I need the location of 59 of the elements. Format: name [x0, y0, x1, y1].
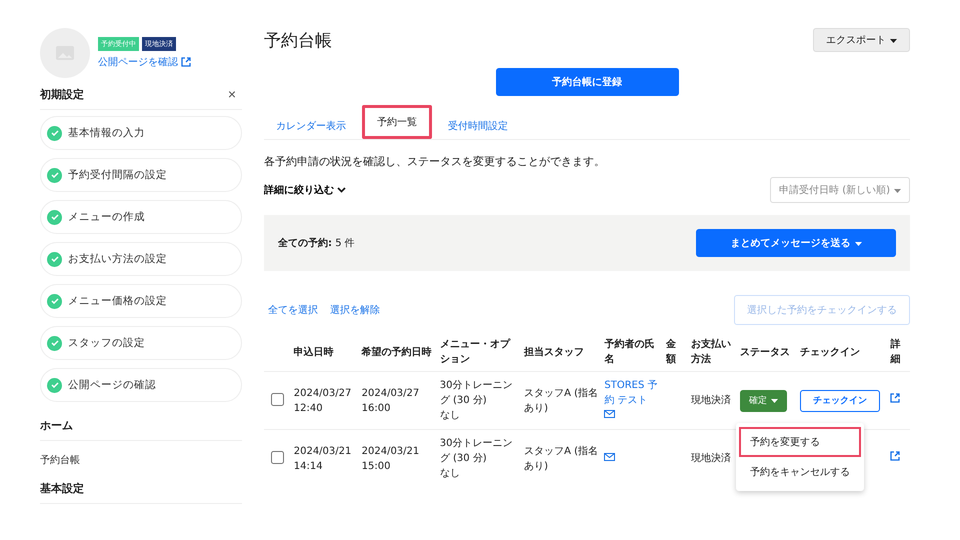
- filter-toggle[interactable]: 詳細に絞り込む: [264, 183, 346, 197]
- setup-step[interactable]: 基本情報の入力: [40, 116, 242, 150]
- menu-item[interactable]: 予約を変更する: [739, 427, 861, 457]
- table-cell: 2024/03/27 12:40: [290, 372, 359, 430]
- external-link-icon: [890, 451, 900, 461]
- export-button[interactable]: エクスポート: [813, 28, 910, 52]
- table-cell: 2024/03/21 15:00: [358, 430, 437, 487]
- setup-step[interactable]: スタッフの設定: [40, 326, 242, 360]
- external-link-icon: [181, 57, 191, 67]
- column-header: チェックイン: [796, 333, 888, 372]
- setup-step[interactable]: 公開ページの確認: [40, 368, 242, 402]
- column-header: 金額: [663, 333, 688, 372]
- table-cell: 30分トレーニング (30 分) なし: [436, 372, 522, 430]
- row-checkbox[interactable]: [271, 451, 284, 464]
- status-dropdown[interactable]: 確定: [740, 390, 788, 412]
- close-button[interactable]: ×: [222, 86, 242, 102]
- tab[interactable]: 予約一覧: [362, 105, 432, 139]
- setup-step[interactable]: メニュー価格の設定: [40, 284, 242, 318]
- table-cell: 2024/03/21 14:14: [290, 430, 359, 487]
- message-button[interactable]: まとめてメッセージを送る: [696, 229, 896, 257]
- setup-step[interactable]: 予約受付間隔の設定: [40, 158, 242, 192]
- register-button[interactable]: 予約台帳に登録: [496, 68, 678, 96]
- column-header: 希望の予約日時: [358, 333, 437, 372]
- column-header: 詳細: [887, 333, 910, 372]
- row-checkbox[interactable]: [271, 393, 284, 406]
- table-cell: スタッフA (指名あり): [521, 372, 602, 430]
- deselect-link[interactable]: 選択を解除: [330, 303, 380, 317]
- mail-icon: [604, 453, 616, 461]
- caret-icon: [890, 39, 897, 43]
- table-cell: 2024/03/27 16:00: [358, 372, 437, 430]
- section-title: 基本設定: [40, 481, 84, 496]
- caret-icon: [894, 189, 901, 193]
- page-title: 予約台帳: [264, 30, 332, 52]
- sidebar-item[interactable]: 予約台帳: [40, 447, 242, 473]
- setup-step[interactable]: メニューの作成: [40, 200, 242, 234]
- column-header: お支払い方法: [688, 333, 738, 372]
- caret-icon: [854, 242, 862, 246]
- section-title: 初期設定: [40, 86, 84, 102]
- checkin-button[interactable]: チェックイン: [800, 390, 880, 412]
- sort-select[interactable]: 申請受付日時 (新しい順): [770, 177, 910, 203]
- chevron-icon: [337, 187, 346, 193]
- reservation-count: 全ての予約: 5 件: [278, 236, 355, 250]
- table-cell: スタッフA (指名あり): [521, 430, 602, 487]
- section-title: ホーム: [40, 418, 73, 433]
- table-cell: 30分トレーニング (30 分) なし: [436, 430, 522, 487]
- column-header: メニュー・オプション: [436, 333, 522, 372]
- external-link-icon: [890, 393, 900, 403]
- caret-icon: [771, 399, 778, 403]
- column-header: 担当スタッフ: [521, 333, 602, 372]
- mail-icon: [604, 410, 616, 418]
- select-all-link[interactable]: 全てを選択: [268, 303, 318, 317]
- setup-step[interactable]: お支払い方法の設定: [40, 242, 242, 276]
- column-header: 予約者の氏名: [601, 333, 664, 372]
- column-header: 申込日時: [290, 333, 359, 372]
- customer-name-link[interactable]: STORES 予約 テスト: [604, 378, 660, 408]
- description: 各予約申請の状況を確認し、ステータスを変更することができます。: [264, 154, 606, 169]
- menu-item[interactable]: 予約をキャンセルする: [739, 457, 861, 487]
- column-header: ステータス: [737, 333, 797, 372]
- public-page-link[interactable]: 公開ページを確認: [98, 55, 191, 69]
